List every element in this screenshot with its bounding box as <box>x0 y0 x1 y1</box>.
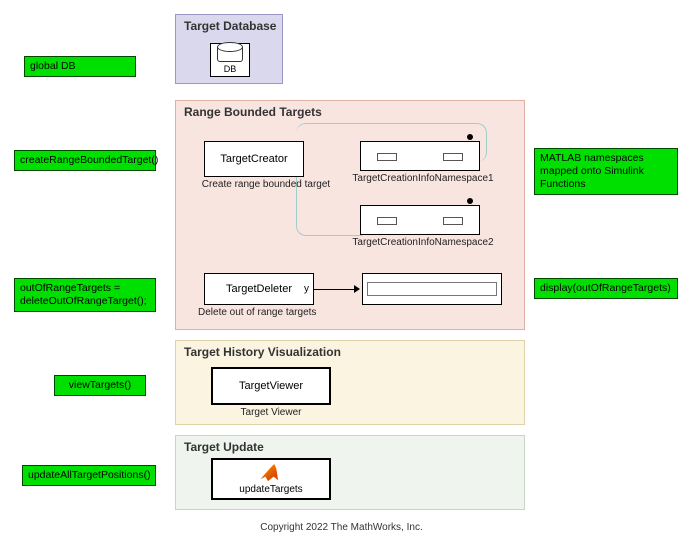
fn-port-icon <box>377 153 397 161</box>
panel-title-db: Target Database <box>184 19 276 33</box>
caption-namespace2: TargetCreationInfoNamespace2 <box>348 237 498 248</box>
panel-target-history: Target History Visualization TargetViewe… <box>175 340 525 425</box>
block-target-creator[interactable]: TargetCreator <box>204 141 304 177</box>
block-db-text: DB <box>224 64 237 74</box>
block-display-sink[interactable] <box>362 273 502 305</box>
arrow-head-icon <box>354 285 360 293</box>
panel-target-update: Target Update updateTargets <box>175 435 525 510</box>
label-display-out-of-range: display(outOfRangeTargets) <box>534 278 678 299</box>
label-view-targets: viewTargets() <box>54 375 146 396</box>
display-slot-icon <box>367 282 497 296</box>
panel-title-rbt: Range Bounded Targets <box>184 105 322 119</box>
signal-line <box>314 289 354 290</box>
fn-port-icon <box>443 217 463 225</box>
panel-target-database: Target Database DB <box>175 14 283 84</box>
label-matlab-namespaces: MATLAB namespaces mapped onto Simulink F… <box>534 148 678 195</box>
block-namespace1[interactable] <box>360 141 480 171</box>
panel-title-upd: Target Update <box>184 440 264 454</box>
panel-range-bounded-targets: Range Bounded Targets TargetCreator Crea… <box>175 100 525 330</box>
block-target-deleter[interactable]: TargetDeleter y <box>204 273 314 305</box>
db-icon <box>217 47 243 62</box>
label-global-db: global DB <box>24 56 136 77</box>
block-update-targets[interactable]: updateTargets <box>211 458 331 500</box>
caption-namespace1: TargetCreationInfoNamespace1 <box>348 173 498 184</box>
matlab-logo-icon <box>260 464 283 482</box>
event-dot-icon <box>467 198 473 204</box>
label-create-range-bounded-target: createRangeBoundedTarget() <box>14 150 156 171</box>
port-label-y: y <box>304 284 309 295</box>
block-target-creator-name: TargetCreator <box>220 153 287 165</box>
block-update-targets-name: updateTargets <box>239 484 302 495</box>
label-delete-out-of-range: outOfRangeTargets = deleteOutOfRangeTarg… <box>14 278 156 312</box>
block-namespace2[interactable] <box>360 205 480 235</box>
fn-port-icon <box>377 217 397 225</box>
block-target-deleter-name: TargetDeleter <box>226 283 292 295</box>
copyright-footer: Copyright 2022 The MathWorks, Inc. <box>0 522 683 533</box>
caption-target-creator: Create range bounded target <box>196 179 336 190</box>
caption-target-deleter: Delete out of range targets <box>198 307 338 318</box>
panel-title-hist: Target History Visualization <box>184 345 341 359</box>
block-target-viewer-name: TargetViewer <box>239 380 303 392</box>
block-target-viewer[interactable]: TargetViewer <box>211 367 331 405</box>
block-db[interactable]: DB <box>210 43 250 77</box>
fn-port-icon <box>443 153 463 161</box>
label-update-all-positions: updateAllTargetPositions() <box>22 465 156 486</box>
event-dot-icon <box>467 134 473 140</box>
caption-target-viewer: Target Viewer <box>231 407 311 418</box>
